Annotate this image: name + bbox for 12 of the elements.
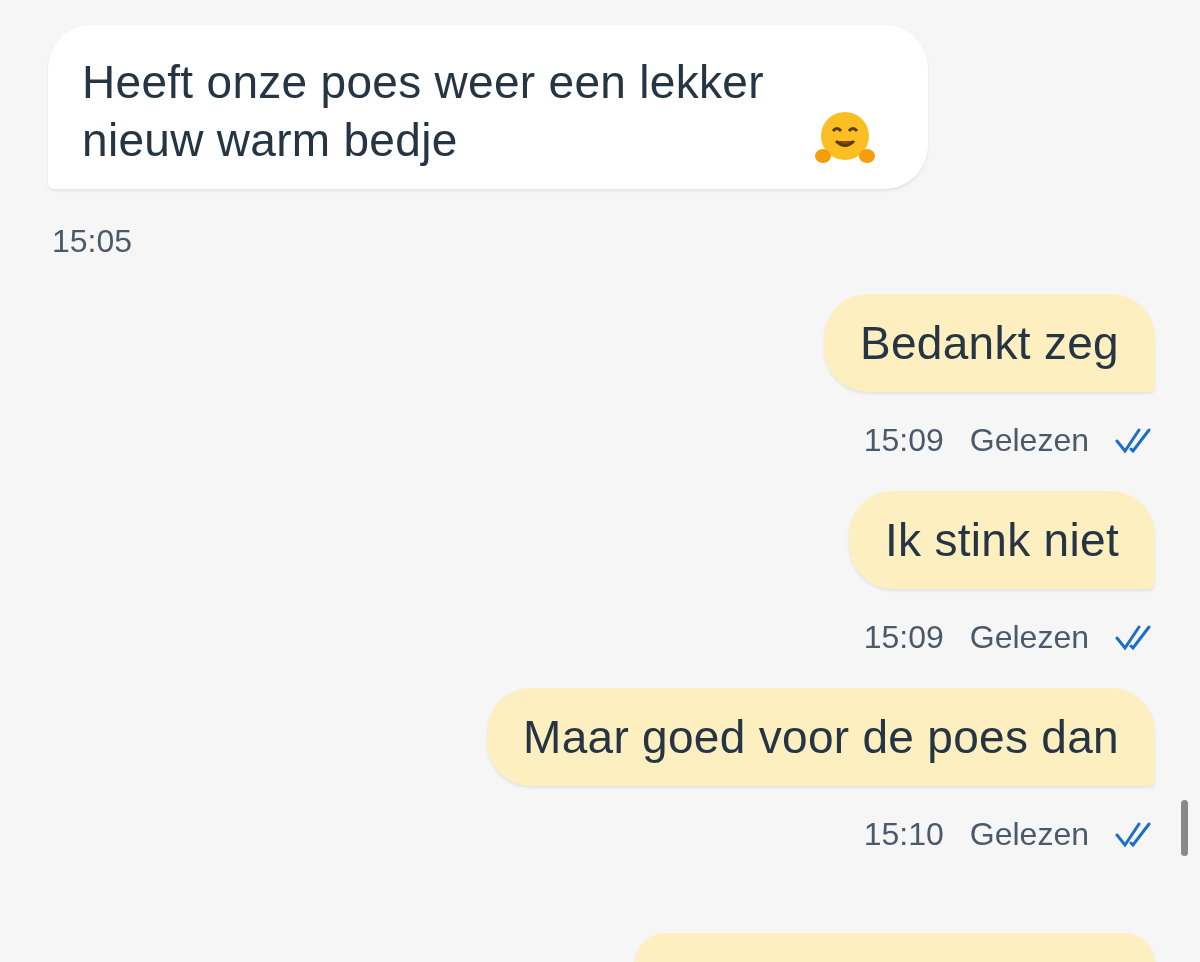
message-time: 15:09 xyxy=(863,422,944,459)
message-text: Maar goed voor de poes dan xyxy=(523,710,1119,765)
message-text: Ik stink niet xyxy=(885,513,1119,568)
scrollbar-thumb[interactable] xyxy=(1181,800,1188,856)
read-status: Gelezen xyxy=(969,619,1089,656)
read-status: Gelezen xyxy=(969,422,1089,459)
message-text: Heeft onze poes weer een lekker nieuw warm bedje xyxy=(82,55,765,168)
message-time: 15:09 xyxy=(863,619,944,656)
message-time: 15:10 xyxy=(863,816,944,853)
read-status: Gelezen xyxy=(969,816,1089,853)
message-text: Bedankt zeg xyxy=(859,316,1119,371)
message-time: 15:05 xyxy=(52,223,133,260)
